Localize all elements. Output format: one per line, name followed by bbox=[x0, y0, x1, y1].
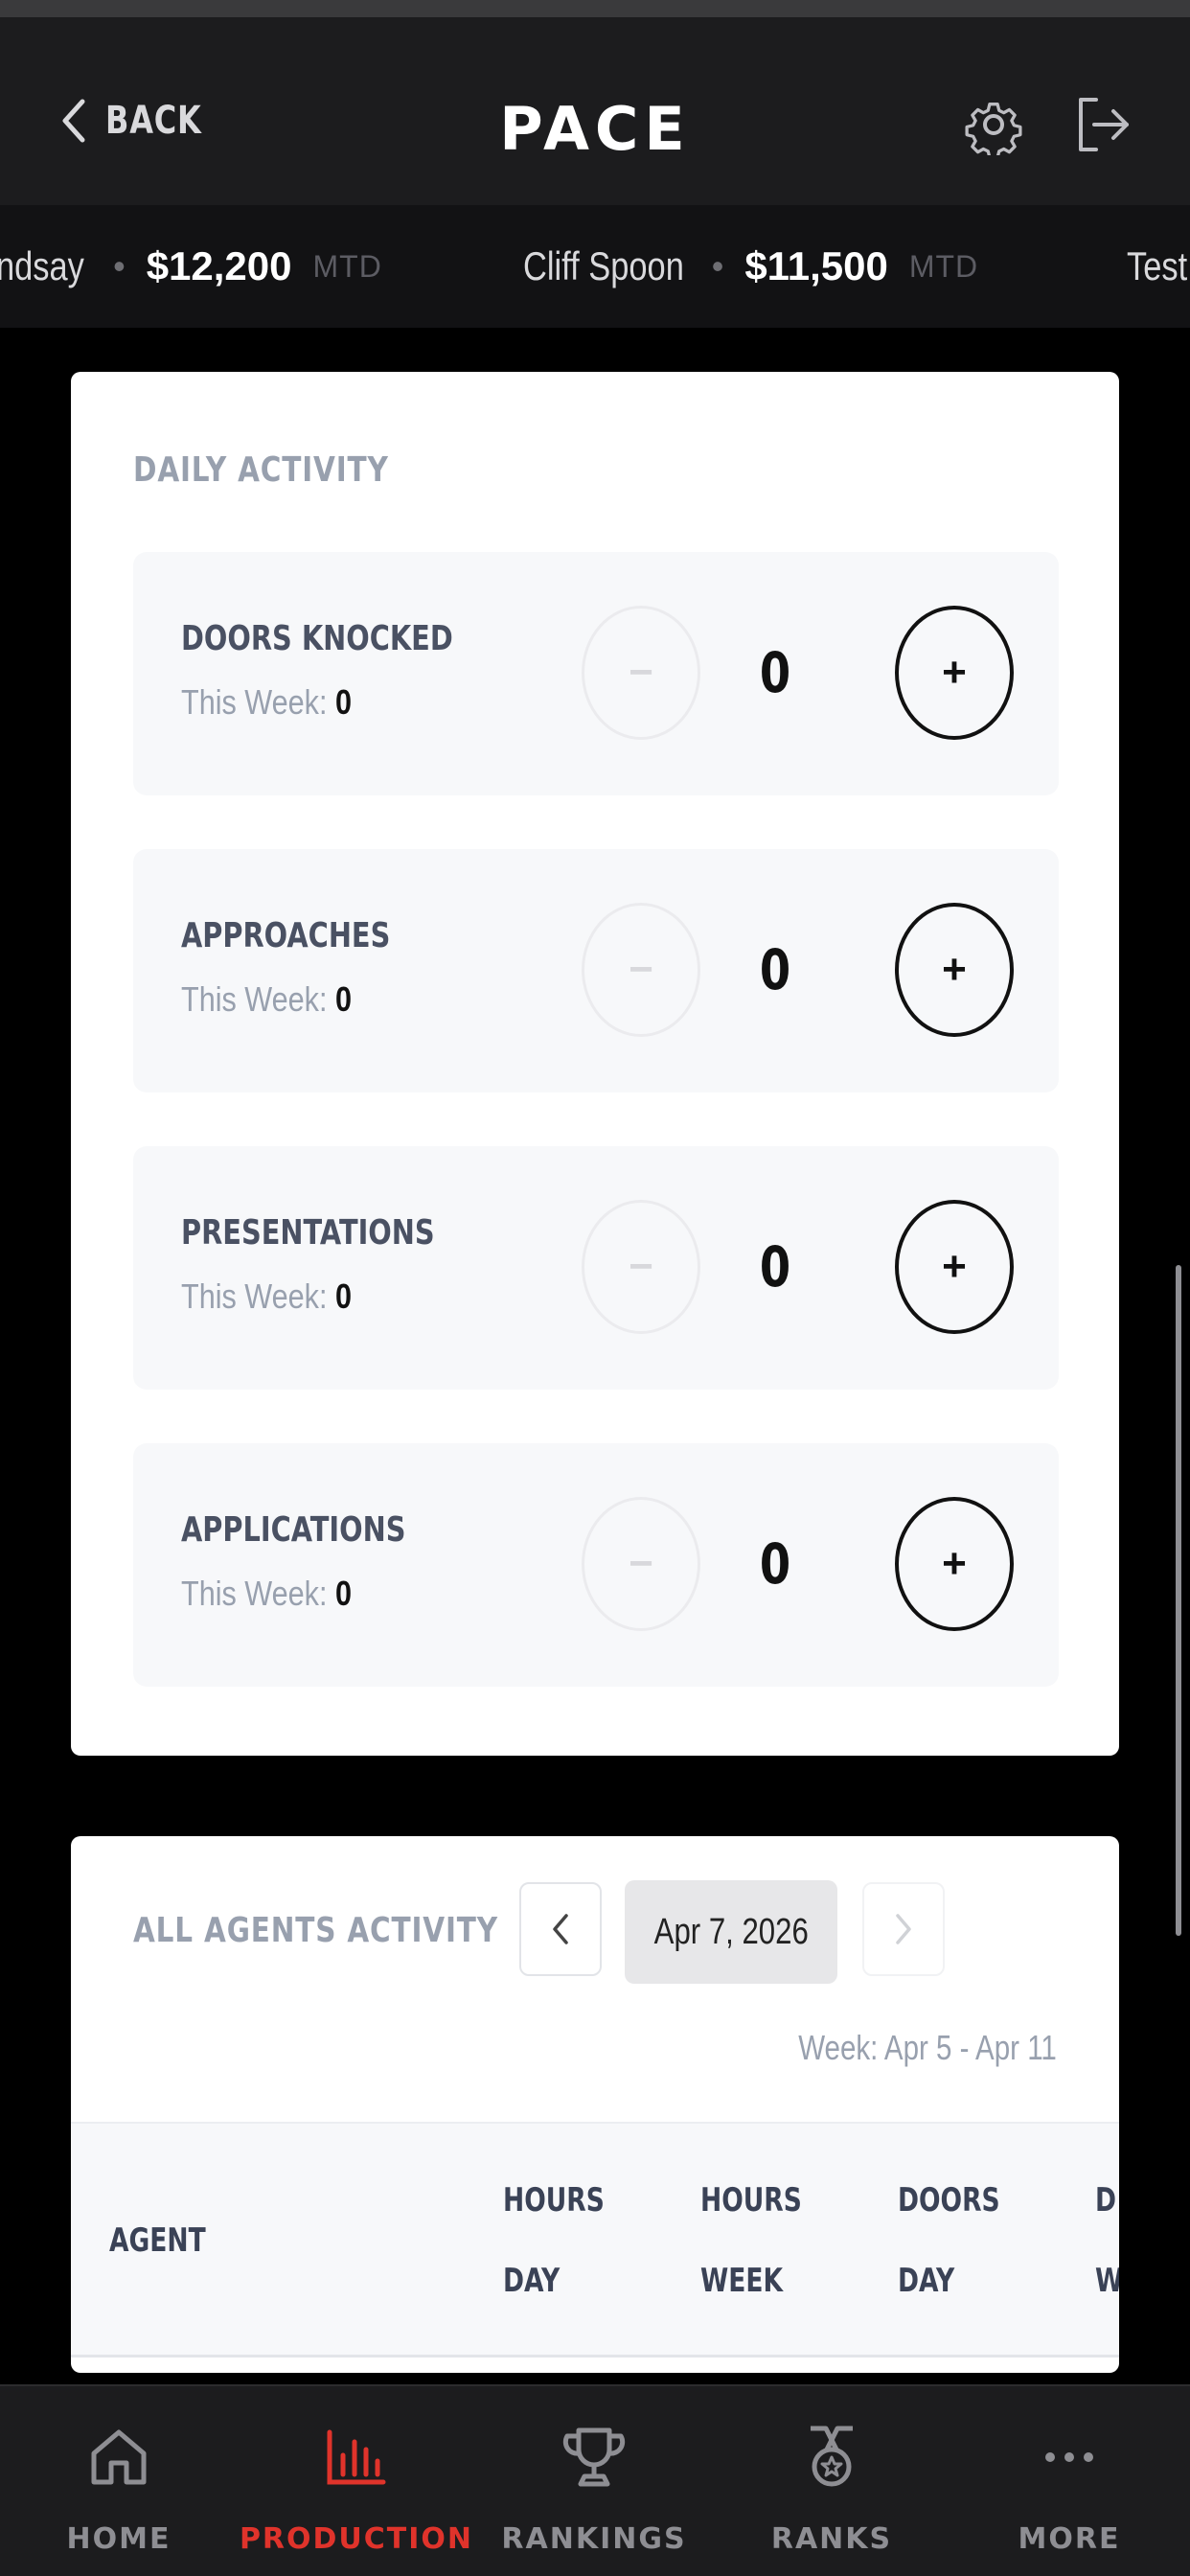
activity-label: APPLICATIONS bbox=[181, 1510, 406, 1550]
ticker-item: Cliff Spoon • $11,500 MTD bbox=[523, 205, 978, 328]
medal-icon bbox=[811, 2426, 853, 2487]
activity-label: APPROACHES bbox=[181, 916, 391, 955]
tab-home[interactable]: HOME bbox=[0, 2386, 238, 2576]
week-range: Week: Apr 5 - Apr 11 bbox=[798, 2028, 1057, 2067]
status-strip bbox=[0, 0, 1190, 17]
activity-week-total: This Week: 0 bbox=[181, 682, 353, 722]
column-header-hours-week[interactable]: HOURS WEEK bbox=[700, 2160, 802, 2321]
ticker-agent-name: Cliff Spoon bbox=[523, 243, 684, 288]
bar-chart-icon bbox=[327, 2429, 386, 2485]
all-agents-activity-card: ALL AGENTS ACTIVITY Apr 7, 2026 Week: Ap… bbox=[71, 1836, 1119, 2373]
decrement-button[interactable]: − bbox=[582, 606, 700, 740]
tab-label: HOME bbox=[66, 2522, 172, 2556]
all-agents-activity-title: ALL AGENTS ACTIVITY bbox=[133, 1911, 498, 1950]
activity-week-total: This Week: 0 bbox=[181, 1574, 353, 1613]
tab-ranks[interactable]: RANKS bbox=[713, 2386, 950, 2576]
tab-label: RANKINGS bbox=[501, 2522, 687, 2556]
activity-count: 0 bbox=[759, 1531, 791, 1597]
more-icon bbox=[1045, 2452, 1093, 2462]
ticker-separator: • bbox=[113, 246, 126, 286]
ticker-amount: $11,500 bbox=[744, 243, 888, 288]
ticker-suffix: MTD bbox=[908, 248, 979, 284]
tab-label: MORE bbox=[1018, 2522, 1121, 2556]
bottom-tab-bar: HOME PRODUCTION RANKINGS RANKS MORE bbox=[0, 2384, 1190, 2576]
column-header-doors-day[interactable]: DOORS DAY bbox=[898, 2160, 1000, 2321]
chevron-right-icon bbox=[896, 1914, 911, 1944]
next-date-button[interactable] bbox=[862, 1882, 945, 1976]
decrement-button[interactable]: − bbox=[582, 1497, 700, 1631]
activity-label: PRESENTATIONS bbox=[181, 1213, 435, 1253]
column-header-doors-week[interactable]: D W bbox=[1095, 2160, 1119, 2321]
daily-activity-card: DAILY ACTIVITY DOORS KNOCKED This Week: … bbox=[71, 372, 1119, 1756]
ticker-suffix: MTD bbox=[312, 248, 382, 284]
activity-row-applications: APPLICATIONS This Week: 0 − 0 + bbox=[133, 1443, 1059, 1687]
increment-button[interactable]: + bbox=[895, 606, 1014, 740]
logout-icon[interactable] bbox=[1071, 94, 1133, 155]
activity-row-doors-knocked: DOORS KNOCKED This Week: 0 − 0 + bbox=[133, 552, 1059, 795]
tab-label: PRODUCTION bbox=[239, 2522, 474, 2556]
scrollbar[interactable] bbox=[1176, 1265, 1181, 1936]
activity-count: 0 bbox=[759, 1234, 791, 1300]
agents-table-header: AGENT HOURS DAY HOURS WEEK DOORS DAY D W bbox=[71, 2122, 1119, 2358]
previous-date-button[interactable] bbox=[519, 1882, 602, 1976]
ticker-item: Test bbox=[1127, 205, 1190, 328]
activity-row-approaches: APPROACHES This Week: 0 − 0 + bbox=[133, 849, 1059, 1092]
increment-button[interactable]: + bbox=[895, 1200, 1014, 1334]
activity-week-total: This Week: 0 bbox=[181, 979, 353, 1019]
chevron-left-icon bbox=[553, 1914, 568, 1944]
daily-activity-title: DAILY ACTIVITY bbox=[133, 450, 389, 490]
activity-row-presentations: PRESENTATIONS This Week: 0 − 0 + bbox=[133, 1146, 1059, 1390]
gear-icon[interactable] bbox=[963, 94, 1024, 155]
tab-production[interactable]: PRODUCTION bbox=[238, 2386, 475, 2576]
tab-rankings[interactable]: RANKINGS bbox=[475, 2386, 713, 2576]
increment-button[interactable]: + bbox=[895, 1497, 1014, 1631]
ticker-item: ndsay • $12,200 MTD bbox=[0, 205, 382, 328]
tab-label: RANKS bbox=[770, 2522, 893, 2556]
trophy-icon bbox=[562, 2427, 626, 2487]
app-header: BACK PACE bbox=[0, 17, 1190, 205]
decrement-button[interactable]: − bbox=[582, 903, 700, 1037]
ticker-agent-name: Test bbox=[1127, 243, 1188, 288]
ticker-amount: $12,200 bbox=[146, 243, 292, 288]
decrement-button[interactable]: − bbox=[582, 1200, 700, 1334]
activity-label: DOORS KNOCKED bbox=[181, 619, 453, 658]
ticker-agent-name: ndsay bbox=[0, 243, 84, 288]
tab-more[interactable]: MORE bbox=[950, 2386, 1188, 2576]
leaderboard-ticker: ndsay • $12,200 MTD Cliff Spoon • $11,50… bbox=[0, 205, 1190, 328]
date-selector[interactable]: Apr 7, 2026 bbox=[625, 1880, 837, 1984]
column-header-hours-day[interactable]: HOURS DAY bbox=[503, 2160, 605, 2321]
increment-button[interactable]: + bbox=[895, 903, 1014, 1037]
activity-count: 0 bbox=[759, 640, 791, 705]
home-icon bbox=[91, 2429, 147, 2485]
activity-week-total: This Week: 0 bbox=[181, 1276, 353, 1316]
activity-count: 0 bbox=[759, 937, 791, 1002]
ticker-separator: • bbox=[711, 246, 724, 286]
column-header-agent[interactable]: AGENT bbox=[109, 2200, 206, 2281]
